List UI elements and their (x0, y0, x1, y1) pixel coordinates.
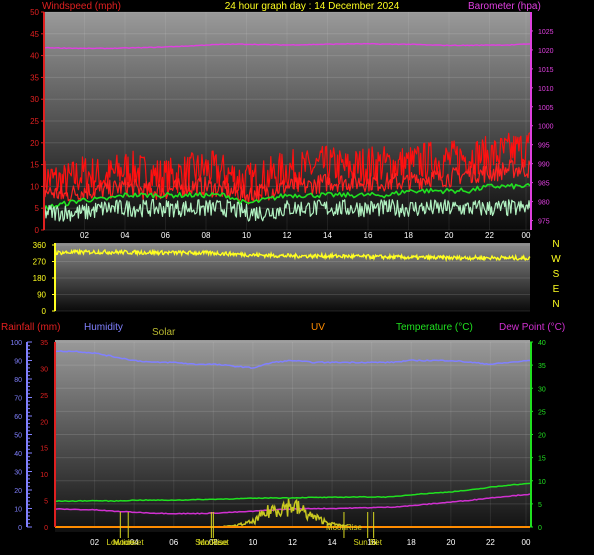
weather-chart-svg: 24 hour graph day : 14 December 2024 Win… (1, 1, 565, 547)
humidity-tick-label: 20 (14, 488, 22, 495)
wind-x-tick-label: 08 (202, 231, 211, 240)
event-marker-label: MoonRise (326, 523, 363, 532)
wind-tick-label: 10 (30, 182, 39, 191)
direction-panel-background (55, 243, 530, 311)
rain-tick-label: 5 (44, 499, 48, 506)
humidity-tick-label: 40 (14, 451, 22, 458)
barometer-tick-label: 1025 (538, 29, 554, 36)
compass-label: E (553, 284, 560, 295)
barometer-tick-label: 975 (538, 219, 550, 226)
temp-x-tick-label: 18 (407, 538, 416, 547)
temperature-tick-label: 35 (538, 363, 546, 370)
temp-x-tick-label: 20 (446, 538, 455, 547)
temperature-tick-label: 0 (538, 525, 542, 532)
weather-graph: 24 hour graph day : 14 December 2024 Win… (0, 0, 594, 555)
uv-label: UV (311, 322, 325, 333)
event-marker-label: Moonset (198, 538, 229, 547)
wind-tick-label: 20 (30, 139, 39, 148)
temperature-tick-label: 10 (538, 479, 546, 486)
barometer-tick-label: 990 (538, 162, 550, 169)
direction-tick-label: 90 (37, 291, 46, 300)
compass-label: N (552, 299, 559, 310)
wind-tick-label: 25 (30, 117, 39, 126)
wind-x-tick-label: 22 (485, 231, 494, 240)
compass-label: W (551, 254, 561, 265)
wind-x-tick-label: 10 (242, 231, 251, 240)
barometer-tick-label: 1015 (538, 67, 554, 74)
humidity-tick-label: 10 (14, 507, 22, 514)
temperature-tick-label: 25 (538, 409, 546, 416)
humidity-tick-label: 30 (14, 470, 22, 477)
rain-tick-label: 0 (44, 525, 48, 532)
event-marker-label: Moonset (113, 538, 144, 547)
humidity-tick-label: 90 (14, 359, 22, 366)
wind-tick-label: 40 (30, 52, 39, 61)
wind-x-tick-label: 12 (283, 231, 292, 240)
temp-x-tick-label: 02 (90, 538, 99, 547)
rain-tick-label: 20 (40, 419, 48, 426)
wind-x-tick-label: 14 (323, 231, 332, 240)
wind-tick-label: 15 (30, 161, 39, 170)
temp-x-tick-label: 06 (169, 538, 178, 547)
barometer-tick-label: 1005 (538, 105, 554, 112)
temp-x-tick-label: 12 (288, 538, 297, 547)
wind-tick-label: 45 (30, 30, 39, 39)
wind-x-tick-label: 02 (80, 231, 89, 240)
wind-x-tick-label: 18 (404, 231, 413, 240)
compass-label: N (552, 239, 559, 250)
rainfall-axis-label: Rainfall (mm) (1, 322, 60, 333)
solar-label: Solar (152, 327, 176, 338)
wind-x-tick-label: 16 (364, 231, 373, 240)
temp-x-tick-label: 00 (522, 538, 531, 547)
temp-x-tick-label: 22 (486, 538, 495, 547)
rain-tick-label: 35 (40, 340, 48, 347)
wind-tick-label: 0 (35, 226, 40, 235)
direction-tick-label: 270 (33, 258, 47, 267)
direction-tick-label: 0 (42, 307, 47, 316)
wind-x-tick-label: 00 (522, 231, 531, 240)
wind-tick-label: 5 (35, 204, 40, 213)
barometer-tick-label: 1000 (538, 124, 554, 131)
barometer-tick-label: 1010 (538, 86, 554, 93)
wind-tick-label: 30 (30, 95, 39, 104)
humidity-tick-label: 0 (18, 525, 22, 532)
humidity-tick-label: 70 (14, 396, 22, 403)
humidity-tick-label: 100 (10, 340, 22, 347)
rain-tick-label: 30 (40, 366, 48, 373)
temperature-tick-label: 40 (538, 340, 546, 347)
humidity-tick-label: 80 (14, 377, 22, 384)
wind-x-tick-label: 20 (445, 231, 454, 240)
direction-tick-label: 360 (33, 241, 47, 250)
barometer-tick-label: 995 (538, 143, 550, 150)
temp-x-tick-label: 10 (248, 538, 257, 547)
direction-tick-label: 180 (33, 274, 47, 283)
rain-tick-label: 10 (40, 472, 48, 479)
rain-tick-label: 25 (40, 393, 48, 400)
temperature-tick-label: 30 (538, 386, 546, 393)
barometer-tick-label: 980 (538, 200, 550, 207)
barometer-axis-label: Barometer (hpa) (468, 1, 541, 12)
rain-tick-label: 15 (40, 446, 48, 453)
chart-title: 24 hour graph day : 14 December 2024 (225, 1, 400, 12)
barometer-tick-label: 1020 (538, 48, 554, 55)
temperature-tick-label: 5 (538, 502, 542, 509)
humidity-tick-label: 50 (14, 433, 22, 440)
wind-x-tick-label: 04 (121, 231, 130, 240)
dewpoint-axis-label: Dew Point (°C) (499, 322, 565, 333)
event-marker-label: Hi (370, 538, 378, 547)
humidity-axis-label: Humidity (84, 322, 123, 333)
wind-tick-label: 50 (30, 8, 39, 17)
humidity-tick-label: 60 (14, 414, 22, 421)
temp-x-tick-label: 14 (328, 538, 337, 547)
temperature-axis-label: Temperature (°C) (396, 322, 473, 333)
barometer-tick-label: 985 (538, 181, 550, 188)
windspeed-axis-label: Windspeed (mph) (42, 1, 121, 12)
temperature-tick-label: 20 (538, 433, 546, 440)
wind-tick-label: 35 (30, 73, 39, 82)
event-marker-label: Sun Set (353, 538, 382, 547)
temperature-tick-label: 15 (538, 456, 546, 463)
compass-label: S (553, 269, 560, 280)
wind-x-tick-label: 06 (161, 231, 170, 240)
